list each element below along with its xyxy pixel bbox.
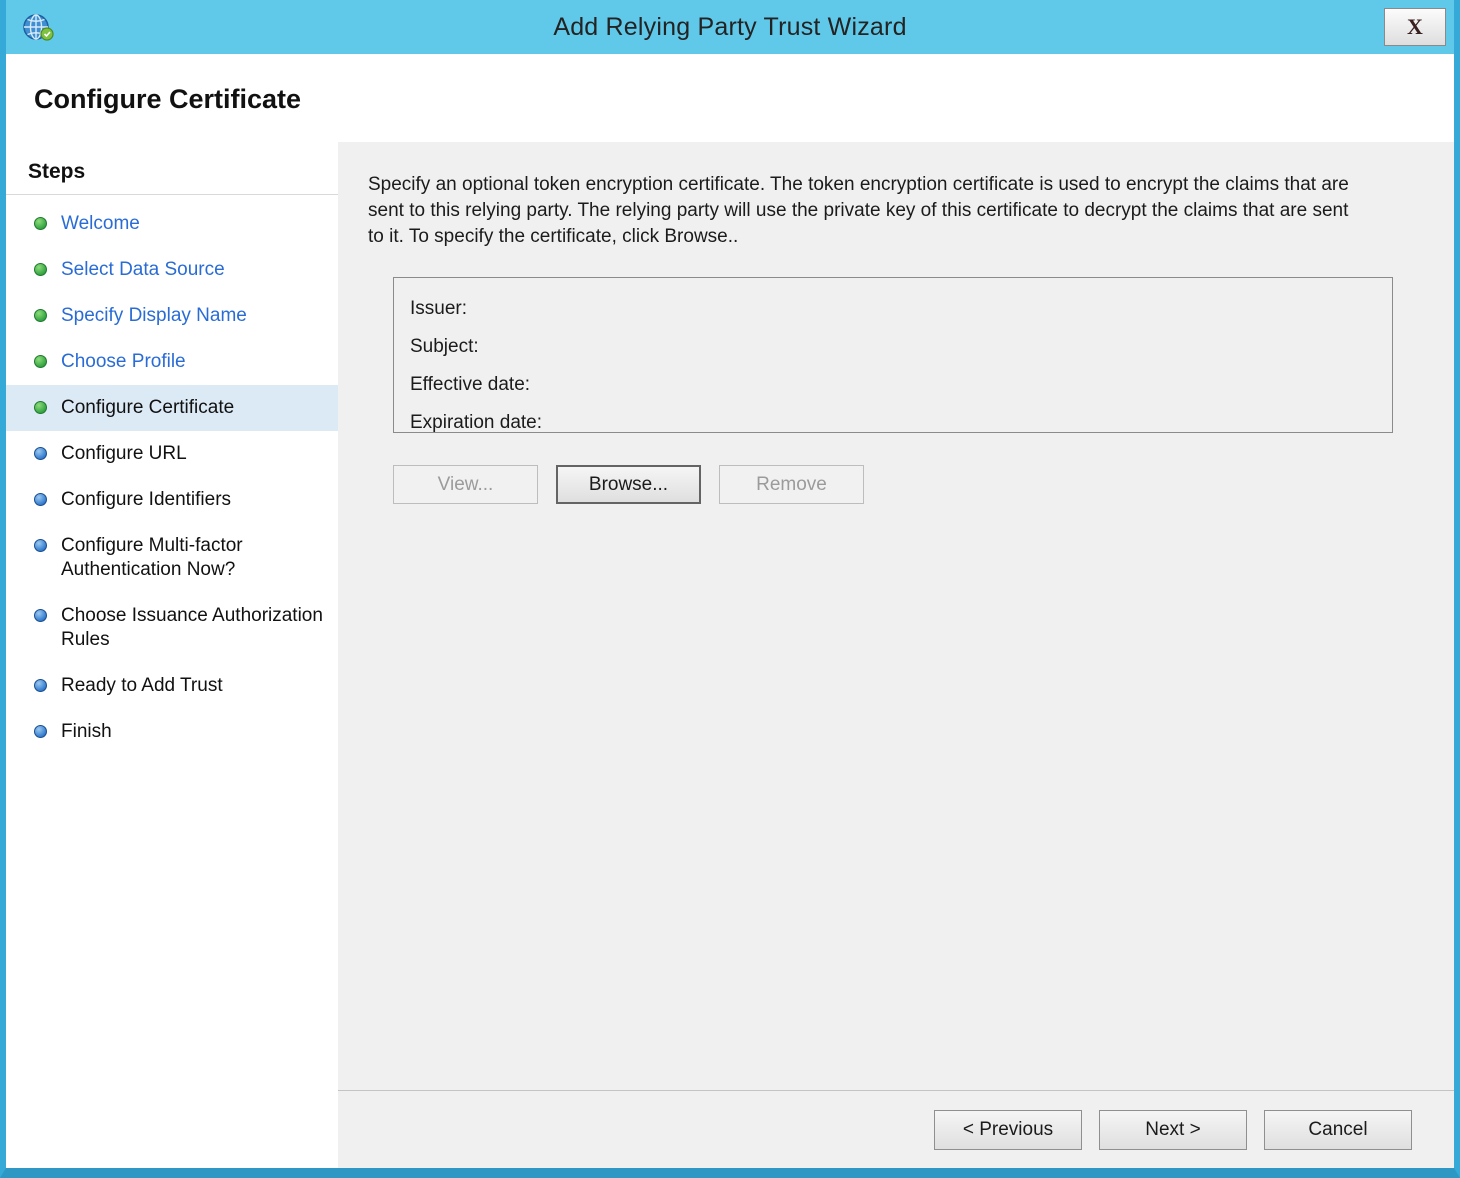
step-item-welcome[interactable]: Welcome (6, 201, 338, 247)
step-item-select-data-source[interactable]: Select Data Source (6, 247, 338, 293)
page-header: Configure Certificate (6, 54, 1454, 142)
step-item-specify-display-name[interactable]: Specify Display Name (6, 293, 338, 339)
description-text: Specify an optional token encryption cer… (368, 174, 1349, 247)
subject-label: Subject: (410, 336, 479, 357)
step-item-choose-profile[interactable]: Choose Profile (6, 339, 338, 385)
step-label: Configure Certificate (61, 397, 235, 418)
step-label: Configure Multi-factor Authentication No… (61, 535, 243, 580)
step-item-configure-url: Configure URL (6, 431, 338, 477)
view-button: View... (393, 465, 538, 504)
step-pending-bullet-icon (34, 539, 47, 552)
wizard-footer: < Previous Next > Cancel (338, 1090, 1454, 1168)
main-panel: Specify an optional token encryption cer… (338, 142, 1454, 1168)
step-done-bullet-icon (34, 309, 47, 322)
step-current-bullet-icon (34, 401, 47, 414)
remove-button: Remove (719, 465, 864, 504)
close-button[interactable]: X (1384, 8, 1446, 46)
issuer-label: Issuer: (410, 298, 468, 319)
certificate-details-box: Issuer: Subject: Effective date: Expirat… (393, 277, 1393, 433)
step-item-configure-identifiers: Configure Identifiers (6, 477, 338, 523)
step-done-bullet-icon (34, 217, 47, 230)
step-label: Choose Profile (61, 351, 186, 372)
step-item-choose-issuance-rules: Choose Issuance Authorization Rules (6, 593, 338, 663)
step-item-ready-to-add-trust: Ready to Add Trust (6, 663, 338, 709)
window-title: Add Relying Party Trust Wizard (553, 12, 907, 41)
steps-list: Welcome Select Data Source Specify Displ… (6, 201, 338, 755)
step-pending-bullet-icon (34, 493, 47, 506)
step-label: Finish (61, 721, 112, 742)
steps-sidebar: Steps Welcome Select Data Source Specify… (6, 142, 338, 1168)
wizard-window: Add Relying Party Trust Wizard X Configu… (0, 0, 1460, 1178)
step-label: Choose Issuance Authorization Rules (61, 605, 323, 650)
step-label: Configure URL (61, 443, 187, 464)
step-pending-bullet-icon (34, 725, 47, 738)
step-done-bullet-icon (34, 355, 47, 368)
browse-button[interactable]: Browse... (556, 465, 701, 504)
expiration-date-label: Expiration date: (410, 412, 543, 433)
wizard-body: Steps Welcome Select Data Source Specify… (6, 142, 1454, 1168)
step-pending-bullet-icon (34, 679, 47, 692)
next-button[interactable]: Next > (1099, 1109, 1247, 1150)
step-pending-bullet-icon (34, 609, 47, 622)
content-area: Specify an optional token encryption cer… (338, 142, 1454, 1090)
steps-header: Steps (6, 156, 338, 195)
step-pending-bullet-icon (34, 447, 47, 460)
step-label: Welcome (61, 213, 140, 234)
certificate-buttons-row: View... Browse... Remove (393, 465, 1424, 504)
page-title: Configure Certificate (34, 84, 302, 114)
step-item-finish: Finish (6, 709, 338, 755)
step-label: Configure Identifiers (61, 489, 232, 510)
cancel-button[interactable]: Cancel (1264, 1109, 1412, 1150)
step-label: Select Data Source (61, 259, 225, 280)
effective-date-label: Effective date: (410, 374, 531, 395)
step-label: Specify Display Name (61, 305, 247, 326)
step-item-configure-mfa: Configure Multi-factor Authentication No… (6, 523, 338, 593)
step-label: Ready to Add Trust (61, 675, 223, 696)
title-bar: Add Relying Party Trust Wizard X (6, 0, 1454, 54)
step-item-configure-certificate: Configure Certificate (6, 385, 338, 431)
step-done-bullet-icon (34, 263, 47, 276)
previous-button[interactable]: < Previous (934, 1109, 1082, 1150)
